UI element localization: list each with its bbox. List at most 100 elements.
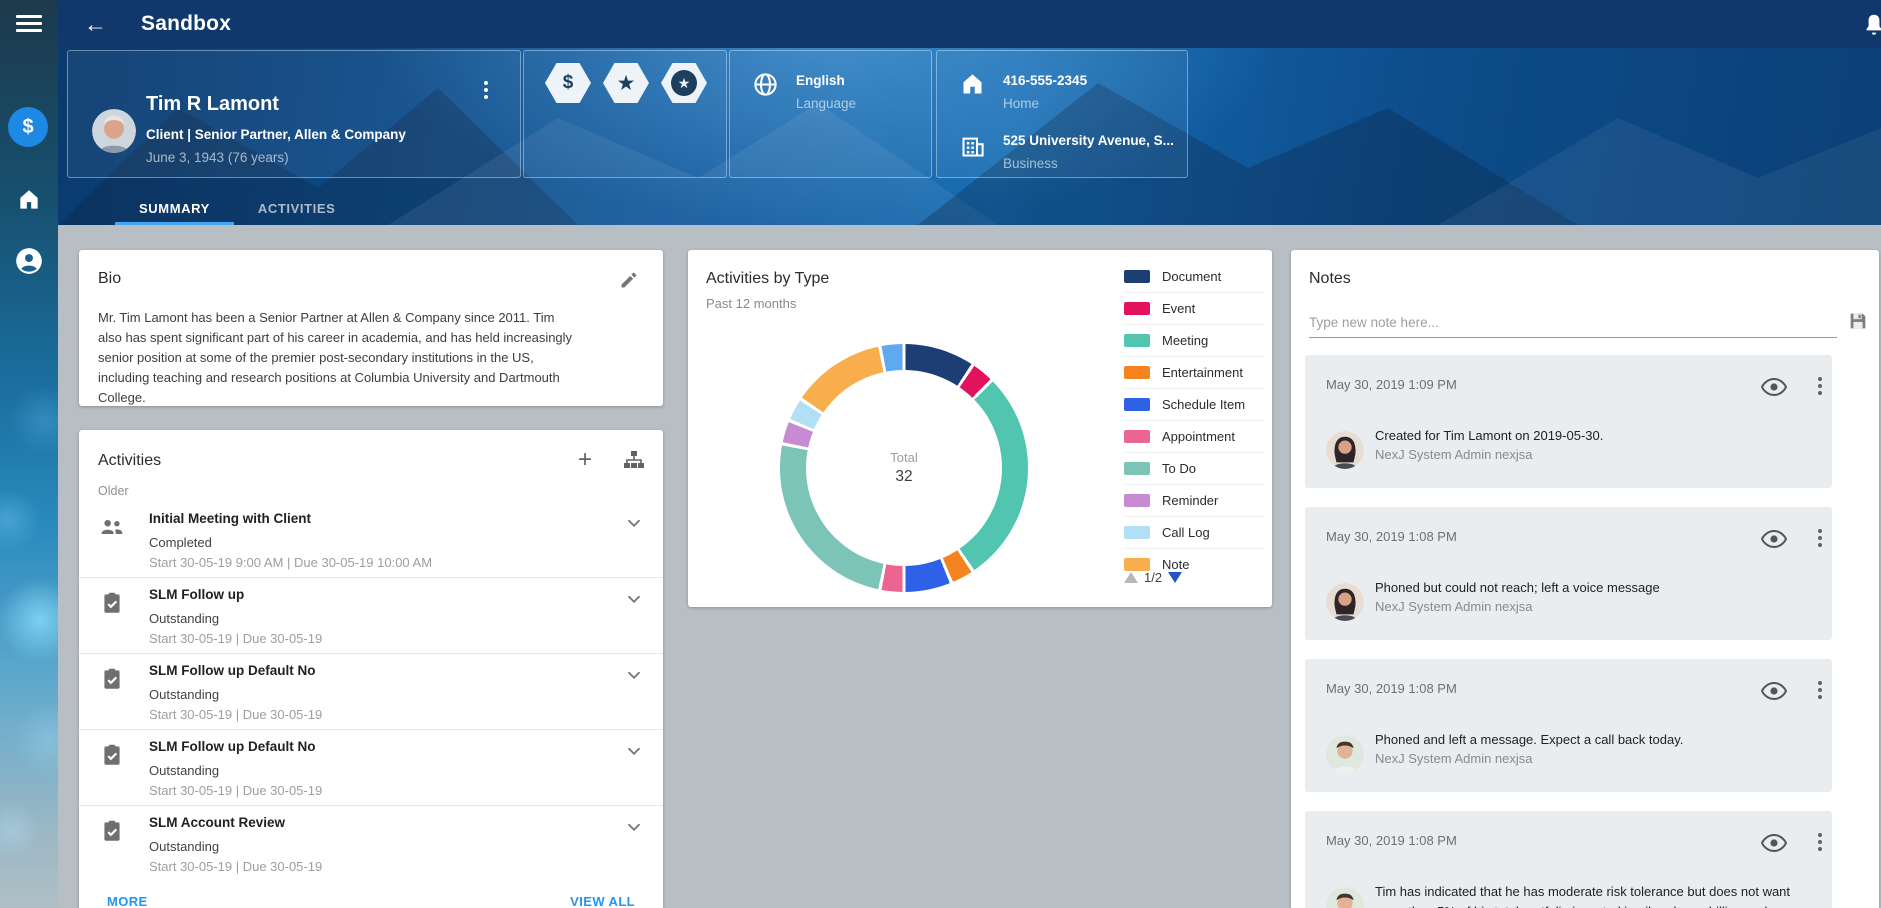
note-menu-icon[interactable] <box>1818 681 1822 699</box>
legend-page-up-icon[interactable] <box>1124 572 1138 583</box>
activities-by-type-card: Activities by Type Past 12 months Total … <box>688 250 1272 607</box>
legend-label: Reminder <box>1162 493 1218 508</box>
notes-card: Notes May 30, 2019 1:09 PM Created for T… <box>1291 250 1879 908</box>
activity-title: SLM Follow up Default No <box>149 739 315 754</box>
legend-label: Meeting <box>1162 333 1208 348</box>
contact-card[interactable]: 416-555-2345 Home 525 University Avenue,… <box>936 50 1188 178</box>
legend-label: Appointment <box>1162 429 1235 444</box>
note-item: May 30, 2019 1:08 PM Phoned and left a m… <box>1305 659 1832 792</box>
activity-title: SLM Follow up <box>149 587 244 602</box>
note-author: NexJ System Admin nexjsa <box>1375 751 1533 766</box>
visibility-eye-icon[interactable] <box>1761 530 1787 548</box>
add-activity-icon[interactable]: + <box>573 448 597 472</box>
activities-list: Initial Meeting with Client Completed St… <box>79 502 663 882</box>
notes-title: Notes <box>1309 270 1351 288</box>
save-note-icon[interactable] <box>1847 310 1869 332</box>
view-all-button[interactable]: VIEW ALL <box>570 894 635 908</box>
legend-item[interactable]: Schedule Item <box>1124 389 1264 421</box>
profile-more-menu-icon[interactable] <box>484 81 488 99</box>
activity-status: Outstanding <box>149 763 219 778</box>
note-timestamp: May 30, 2019 1:09 PM <box>1326 377 1457 392</box>
legend-label: Document <box>1162 269 1221 284</box>
address-label: Business <box>1003 156 1058 171</box>
legend-swatch <box>1124 366 1150 379</box>
note-text: Phoned but could not reach; left a voice… <box>1375 578 1821 598</box>
chevron-down-icon[interactable] <box>623 512 645 534</box>
legend-item[interactable]: Call Log <box>1124 517 1264 549</box>
dollar-badge-icon[interactable]: $ <box>545 63 591 103</box>
activities-card: Activities + Older Initial Meeting with … <box>79 430 663 908</box>
new-note-input[interactable] <box>1309 308 1837 338</box>
task-clipboard-icon <box>99 818 125 844</box>
chart-title: Activities by Type <box>706 270 829 288</box>
chevron-down-icon[interactable] <box>623 740 645 762</box>
activity-title: SLM Account Review <box>149 815 285 830</box>
menu-icon[interactable] <box>16 15 42 33</box>
note-author-avatar <box>1326 887 1364 908</box>
activity-dates: Start 30-05-19 | Due 30-05-19 <box>149 631 322 646</box>
chevron-down-icon[interactable] <box>623 816 645 838</box>
home-icon <box>959 71 986 98</box>
notifications-bell-icon[interactable] <box>1861 12 1881 38</box>
app-title: Sandbox <box>141 12 231 36</box>
badges-card: $ ★ ★ <box>523 50 727 178</box>
visibility-eye-icon[interactable] <box>1761 682 1787 700</box>
legend-item[interactable]: Appointment <box>1124 421 1264 453</box>
activity-row[interactable]: Initial Meeting with Client Completed St… <box>79 502 663 578</box>
tab-summary[interactable]: SUMMARY <box>115 192 234 225</box>
activity-row[interactable]: SLM Follow up Default No Outstanding Sta… <box>79 730 663 806</box>
note-menu-icon[interactable] <box>1818 529 1822 547</box>
visibility-eye-icon[interactable] <box>1761 834 1787 852</box>
task-clipboard-icon <box>99 666 125 692</box>
star-badge-icon[interactable]: ★ <box>603 63 649 103</box>
language-card[interactable]: English Language <box>729 50 932 178</box>
donut-total-value: 32 <box>895 468 912 486</box>
page-content: Bio Mr. Tim Lamont has been a Senior Par… <box>58 225 1881 908</box>
note-menu-icon[interactable] <box>1818 377 1822 395</box>
home-icon[interactable] <box>16 187 42 213</box>
globe-icon <box>752 71 779 98</box>
bio-text: Mr. Tim Lamont has been a Senior Partner… <box>98 308 576 408</box>
legend-label: Event <box>1162 301 1195 316</box>
phone-number: 416-555-2345 <box>1003 73 1087 88</box>
meeting-people-icon <box>99 514 125 540</box>
star-circle-badge-icon[interactable]: ★ <box>661 63 707 103</box>
legend-item[interactable]: To Do <box>1124 453 1264 485</box>
note-timestamp: May 30, 2019 1:08 PM <box>1326 529 1457 544</box>
more-button[interactable]: MORE <box>107 894 148 908</box>
chart-legend: Document Event Meeting Entertainment Sch… <box>1124 261 1264 573</box>
activity-title: Initial Meeting with Client <box>149 511 311 526</box>
activity-status: Outstanding <box>149 839 219 854</box>
legend-item[interactable]: Meeting <box>1124 325 1264 357</box>
back-arrow-icon[interactable]: ← <box>84 13 107 36</box>
building-icon <box>959 133 986 160</box>
legend-item[interactable]: Document <box>1124 261 1264 293</box>
legend-swatch <box>1124 526 1150 539</box>
activity-row[interactable]: SLM Account Review Outstanding Start 30-… <box>79 806 663 882</box>
task-clipboard-icon <box>99 590 125 616</box>
finance-shortcut-button[interactable]: $ <box>8 107 48 147</box>
note-text: Created for Tim Lamont on 2019-05-30. <box>1375 426 1821 446</box>
note-text: Tim has indicated that he has moderate r… <box>1375 882 1821 908</box>
legend-item[interactable]: Reminder <box>1124 485 1264 517</box>
visibility-eye-icon[interactable] <box>1761 378 1787 396</box>
note-item: May 30, 2019 1:08 PM Phoned but could no… <box>1305 507 1832 640</box>
activity-dates: Start 30-05-19 | Due 30-05-19 <box>149 783 322 798</box>
profile-header: Tim R Lamont Client | Senior Partner, Al… <box>58 48 1881 225</box>
activities-footer: MORE VIEW ALL <box>79 882 663 908</box>
tab-bar: SUMMARY ACTIVITIES <box>115 192 359 225</box>
legend-item[interactable]: Event <box>1124 293 1264 325</box>
chevron-down-icon[interactable] <box>623 588 645 610</box>
hierarchy-icon[interactable] <box>622 448 646 472</box>
account-icon[interactable] <box>15 247 43 275</box>
activity-row[interactable]: SLM Follow up Outstanding Start 30-05-19… <box>79 578 663 654</box>
note-text: Phoned and left a message. Expect a call… <box>1375 730 1821 750</box>
legend-page-down-icon[interactable] <box>1168 572 1182 583</box>
legend-item[interactable]: Entertainment <box>1124 357 1264 389</box>
tab-activities[interactable]: ACTIVITIES <box>234 192 360 225</box>
activity-row[interactable]: SLM Follow up Default No Outstanding Sta… <box>79 654 663 730</box>
note-menu-icon[interactable] <box>1818 833 1822 851</box>
chevron-down-icon[interactable] <box>623 664 645 686</box>
edit-pencil-icon[interactable] <box>619 270 639 290</box>
activities-group-label: Older <box>98 484 129 498</box>
